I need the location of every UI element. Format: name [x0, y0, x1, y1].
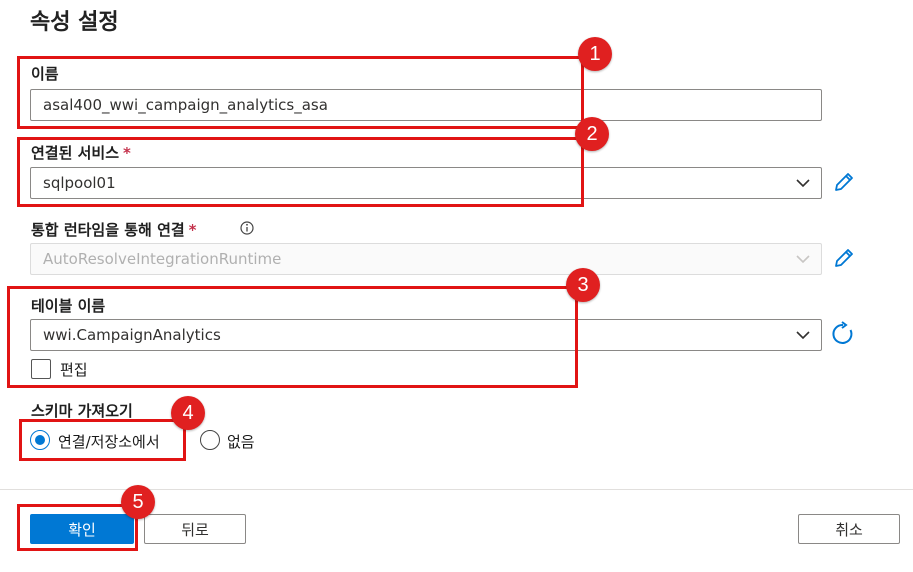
- integration-runtime-value: AutoResolveIntegrationRuntime: [43, 250, 282, 268]
- highlight-box-name: [17, 56, 584, 129]
- edit-pencil-icon[interactable]: [831, 169, 857, 195]
- callout-badge-4: 4: [171, 396, 205, 430]
- integration-runtime-select: AutoResolveIntegrationRuntime: [30, 243, 822, 275]
- highlight-box-import-schema: [19, 419, 186, 461]
- panel-title: 속성 설정: [30, 10, 119, 35]
- highlight-box-table-name: [7, 286, 578, 388]
- callout-badge-2: 2: [575, 117, 609, 151]
- integration-runtime-label-text: 통합 런타임을 통해 연결: [31, 221, 185, 239]
- radio-none[interactable]: [200, 430, 220, 450]
- chevron-down-icon: [796, 179, 810, 188]
- callout-badge-3: 3: [566, 268, 600, 302]
- radio-none-label[interactable]: 없음: [227, 431, 255, 452]
- info-icon[interactable]: [240, 221, 254, 235]
- highlight-box-linked-service: [17, 137, 584, 207]
- chevron-down-icon: [796, 255, 810, 264]
- chevron-down-icon: [796, 331, 810, 340]
- highlight-box-ok: [17, 504, 138, 551]
- callout-badge-5: 5: [121, 485, 155, 519]
- refresh-icon[interactable]: [830, 321, 856, 347]
- required-asterisk: *: [188, 221, 197, 239]
- callout-badge-1: 1: [578, 37, 612, 71]
- import-schema-label: 스키마 가져오기: [31, 402, 133, 420]
- edit-pencil-icon[interactable]: [831, 245, 857, 271]
- cancel-button[interactable]: 취소: [798, 514, 900, 544]
- integration-runtime-label: 통합 런타임을 통해 연결 *: [31, 219, 197, 240]
- back-button[interactable]: 뒤로: [144, 514, 246, 544]
